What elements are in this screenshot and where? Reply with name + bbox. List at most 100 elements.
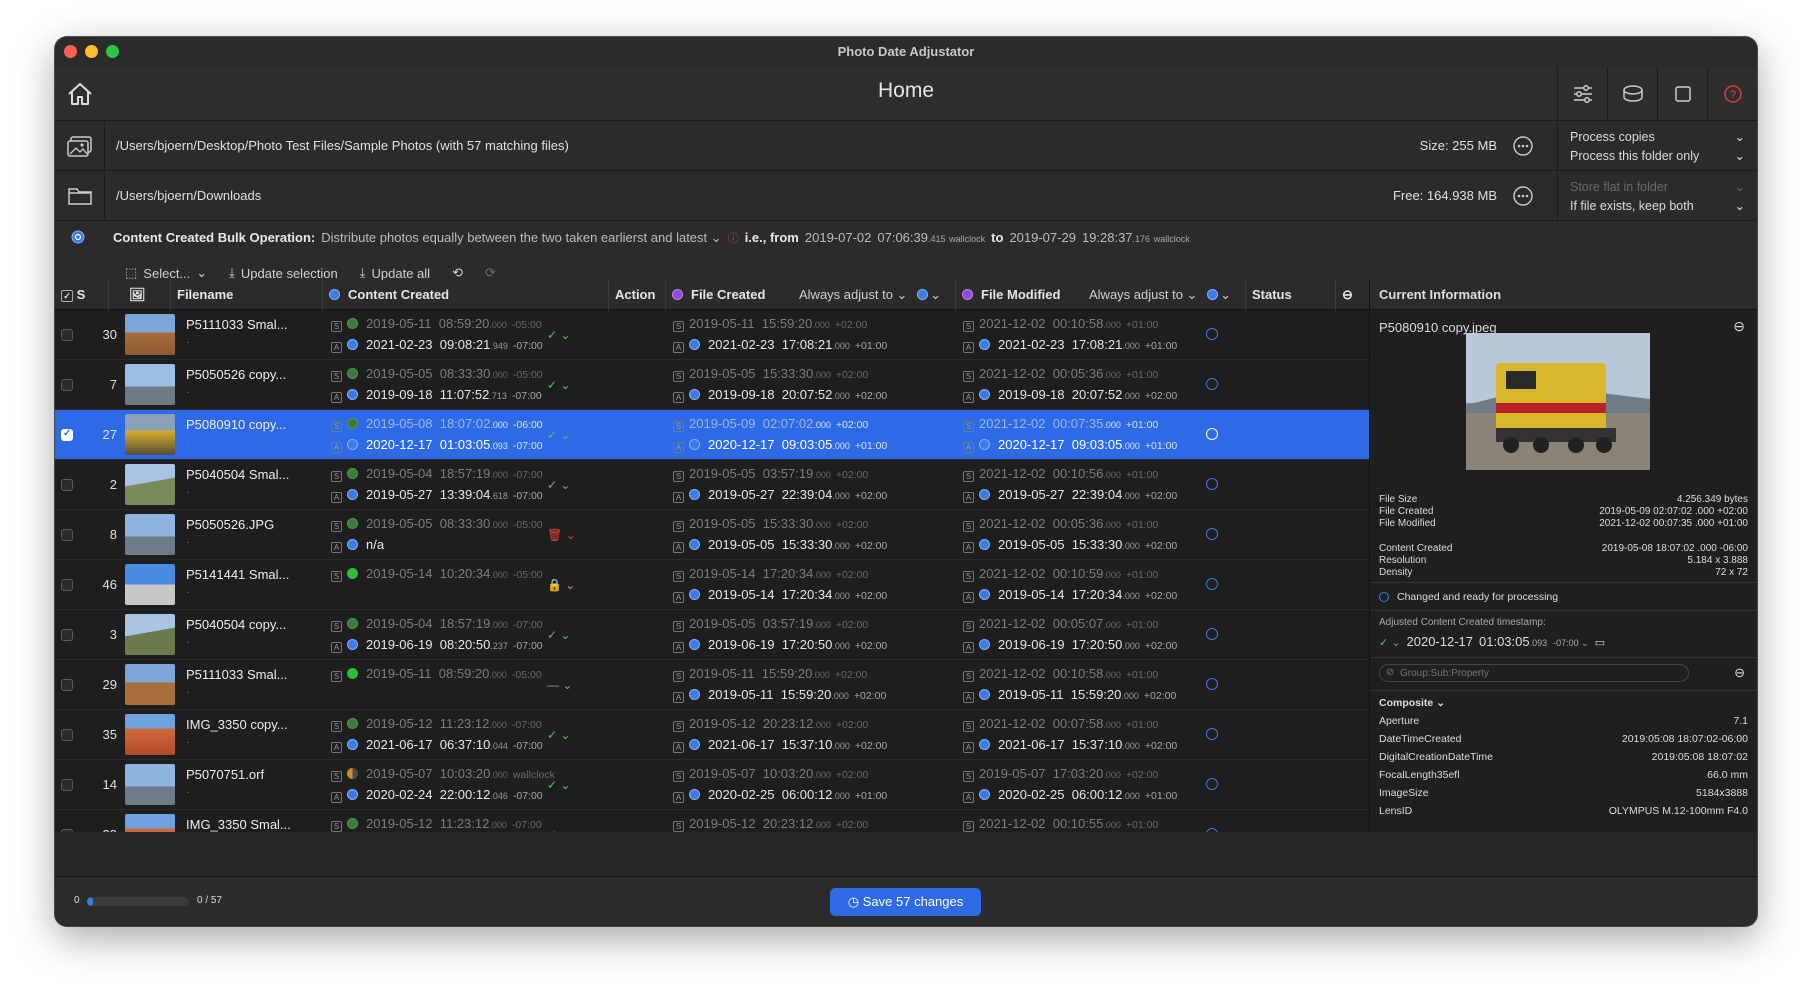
file-modified-original[interactable]: S 2021-12-02 00:05:36.000 +01:00: [963, 516, 1158, 532]
row-action-select[interactable]: ✓ ⌄: [547, 728, 570, 742]
file-modified-adjusted[interactable]: A 2019-05-11 15:59:20.000 +02:00: [963, 687, 1176, 703]
file-modified-original[interactable]: S 2021-12-02 00:05:36.000 +01:00: [963, 366, 1158, 382]
destination-folder-button[interactable]: [55, 171, 105, 221]
action-column-header[interactable]: Action: [609, 280, 666, 310]
composite-group-toggle[interactable]: Composite ⌄: [1379, 697, 1445, 709]
row-action-select[interactable]: 🔒 ⌄: [547, 578, 575, 592]
store-flat-select[interactable]: Store flat in folder ⌄: [1570, 178, 1745, 197]
calendar-icon[interactable]: ▭: [1595, 636, 1605, 649]
save-changes-button[interactable]: ◷ Save 57 changes: [830, 888, 981, 916]
storage-button[interactable]: [1607, 67, 1657, 121]
file-created-adjusted[interactable]: A 2021-06-17 15:37:10.000 +02:00: [673, 737, 887, 753]
table-row[interactable]: 30 P5111033 Smal... · S 2019-05-11 08:59:20.…: [55, 310, 1369, 360]
file-created-column-header[interactable]: File Created Always adjust to ⌄ ⌄: [666, 280, 956, 310]
file-modified-original[interactable]: S 2019-05-07 17:03:20.000 +02:00: [963, 766, 1158, 782]
row-action-select[interactable]: ✓ ⌄: [547, 628, 570, 642]
columns-menu-button[interactable]: ⊖: [1336, 280, 1369, 310]
file-modified-adjusted[interactable]: A 2019-05-27 22:39:04.000 +02:00: [963, 487, 1177, 503]
zoom-window-button[interactable]: [106, 45, 119, 58]
folder-scope-select[interactable]: Process this folder only ⌄: [1570, 147, 1745, 166]
file-modified-adjusted[interactable]: A 2020-12-17 09:03:05.000 +01:00: [963, 437, 1177, 453]
close-window-button[interactable]: [64, 45, 77, 58]
redo-button[interactable]: ⟳: [485, 265, 496, 281]
table-row[interactable]: 33IMG_3350 Smal...·S2019-05-12 11:23:12.…: [55, 810, 1369, 832]
minimize-window-button[interactable]: [85, 45, 98, 58]
file-modified-adjusted[interactable]: A 2019-06-19 17:20:50.000 +02:00: [963, 637, 1177, 653]
row-action-select[interactable]: — ⌄: [547, 678, 572, 692]
file-modified-adjusted[interactable]: A 2019-05-14 17:20:34.000 +02:00: [963, 587, 1177, 603]
content-created-original[interactable]: S 2019-05-12 11:23:12.000 -07:00: [331, 716, 542, 732]
more-icon[interactable]: ⊖: [1733, 318, 1745, 335]
file-modified-original[interactable]: S 2021-12-02 00:07:35.000 +01:00: [963, 416, 1158, 432]
file-created-original[interactable]: S 2019-05-05 15:33:30.000 +02:00: [673, 516, 868, 532]
content-created-adjusted[interactable]: A 2019-09-18 11:07:52.713 -07:00: [331, 387, 542, 403]
table-row[interactable]: 3 P5040504 copy... · S 2019-05-04 18:57:19.0…: [55, 610, 1369, 660]
file-modified-adjusted[interactable]: A 2021-06-17 15:37:10.000 +02:00: [963, 737, 1177, 753]
table-row[interactable]: 46 P5141441 Smal... · S 2019-05-14 10:20:34.…: [55, 560, 1369, 610]
row-action-select[interactable]: ✓ ⌄: [547, 378, 570, 392]
table-row[interactable]: 35 IMG_3350 copy... · S 2019-05-12 11:23:12.…: [55, 710, 1369, 760]
row-action-select[interactable]: ✓ ⌄: [547, 828, 570, 832]
update-all-button[interactable]: ⤓ Update all: [360, 265, 430, 281]
file-modified-original[interactable]: S 2021-12-02 00:10:55.000 +01:00: [963, 816, 1158, 832]
file-modified-adjusted[interactable]: A 2019-09-18 20:07:52.000 +02:00: [963, 387, 1177, 403]
thumbnail-column-header[interactable]: 🖼: [109, 280, 171, 310]
more-icon[interactable]: [1512, 185, 1534, 207]
sort-column-header[interactable]: S: [77, 287, 86, 302]
undo-button[interactable]: ⟲: [452, 265, 463, 281]
content-created-adjusted[interactable]: A 2019-06-19 08:20:50.237 -07:00: [331, 637, 543, 653]
adjusted-timestamp-field[interactable]: ✓ ⌄ 2020-12-17 01:03:05.093 -07:00 ⌄ ▭: [1379, 634, 1605, 649]
process-copies-select[interactable]: Process copies ⌄: [1570, 128, 1745, 147]
file-modified-original[interactable]: S 2021-12-02 00:10:58.000 +01:00: [963, 666, 1158, 682]
settings-sliders-button[interactable]: [1557, 67, 1607, 121]
file-created-original[interactable]: S 2019-05-05 03:57:19.000 +02:00: [673, 466, 868, 482]
more-icon[interactable]: ⊖: [1734, 665, 1745, 681]
table-row[interactable]: 7 P5050526 copy... · S 2019-05-05 08:33:30.0…: [55, 360, 1369, 410]
file-created-adjusted[interactable]: A 2019-05-14 17:20:34.000 +02:00: [673, 587, 887, 603]
row-action-select[interactable]: ✓ ⌄: [547, 328, 570, 342]
content-created-adjusted[interactable]: An/a: [331, 537, 384, 553]
table-row[interactable]: 8 P5050526.JPG · S 2019-05-05 08:33:30.000 -0…: [55, 510, 1369, 560]
content-created-adjusted[interactable]: A 2021-06-17 06:37:10.044 -07:00: [331, 737, 543, 753]
file-created-adjusted[interactable]: A 2019-05-27 22:39:04.000 +02:00: [673, 487, 887, 503]
file-created-adjusted[interactable]: A 2019-06-19 17:20:50.000 +02:00: [673, 637, 887, 653]
file-modified-adjusted[interactable]: A 2021-02-23 17:08:21.000 +01:00: [963, 337, 1177, 353]
file-created-original[interactable]: S 2019-05-05 15:33:30.000 +02:00: [673, 366, 868, 382]
content-created-original[interactable]: S 2019-05-12 11:23:12.000 -07:00: [331, 816, 542, 832]
table-row[interactable]: 29 P5111033 Smal... · S 2019-05-11 08:59:20.…: [55, 660, 1369, 710]
bulk-mode-select[interactable]: Distribute photos equally between the tw…: [321, 230, 721, 246]
file-created-original[interactable]: S 2019-05-12 20:23:12.000 +02:00: [673, 716, 868, 732]
property-search-input[interactable]: [1400, 666, 1680, 680]
property-search-field[interactable]: ⊘: [1379, 664, 1689, 682]
content-created-adjusted[interactable]: A 2020-12-17 01:03:05.093 -07:00: [331, 437, 543, 453]
file-created-original[interactable]: S 2019-05-11 15:59:20.000 +02:00: [673, 316, 867, 332]
file-created-adjusted[interactable]: A 2019-05-05 15:33:30.000 +02:00: [673, 537, 887, 553]
file-modified-adjusted[interactable]: A 2019-05-05 15:33:30.000 +02:00: [963, 537, 1177, 553]
table-row[interactable]: 27 P5080910 copy... · S 2019-05-08 18:07:02.…: [55, 410, 1369, 460]
file-created-original[interactable]: S 2019-05-14 17:20:34.000 +02:00: [673, 566, 868, 582]
filename-column-header[interactable]: Filename: [171, 280, 323, 310]
file-modified-original[interactable]: S 2021-12-02 00:10:56.000 +01:00: [963, 466, 1158, 482]
file-modified-column-header[interactable]: File Modified Always adjust to ⌄ ⌄: [956, 280, 1246, 310]
file-created-adjusted[interactable]: A 2019-09-18 20:07:52.000 +02:00: [673, 387, 887, 403]
content-created-original[interactable]: S 2019-05-11 08:59:20.000 -05:00: [331, 666, 542, 682]
row-action-select[interactable]: 🗑 ⌄: [547, 528, 576, 542]
file-created-adjusted[interactable]: A 2021-02-23 17:08:21.000 +01:00: [673, 337, 887, 353]
file-created-adjusted[interactable]: A 2019-05-11 15:59:20.000 +02:00: [673, 687, 886, 703]
select-menu-button[interactable]: ⬚ Select... ⌄: [125, 265, 207, 281]
adjusted-tz-select[interactable]: -07:00 ⌄: [1553, 638, 1589, 649]
file-modified-original[interactable]: S 2021-12-02 00:10:59.000 +01:00: [963, 566, 1158, 582]
file-created-original[interactable]: S 2019-05-05 03:57:19.000 +02:00: [673, 616, 868, 632]
file-exists-select[interactable]: If file exists, keep both ⌄: [1570, 197, 1745, 216]
file-created-original[interactable]: S 2019-05-09 02:07:02.000 +02:00: [673, 416, 868, 432]
content-created-adjusted[interactable]: A 2020-02-24 22:00:12.046 -07:00: [331, 787, 543, 803]
row-action-select[interactable]: ✓ ⌄: [547, 428, 570, 442]
row-action-select[interactable]: ✓ ⌄: [547, 778, 570, 792]
file-modified-adjusted[interactable]: A 2020-02-25 06:00:12.000 +01:00: [963, 787, 1177, 803]
adjusted-date[interactable]: 2020-12-17: [1407, 634, 1474, 649]
file-modified-original[interactable]: S 2021-12-02 00:07:58.000 +01:00: [963, 716, 1158, 732]
file-created-original[interactable]: S 2019-05-11 15:59:20.000 +02:00: [673, 666, 867, 682]
row-action-select[interactable]: ✓ ⌄: [547, 478, 570, 492]
content-created-adjusted[interactable]: A 2021-02-23 09:08:21.949 -07:00: [331, 337, 543, 353]
select-all-checkbox[interactable]: ✓: [61, 289, 73, 302]
